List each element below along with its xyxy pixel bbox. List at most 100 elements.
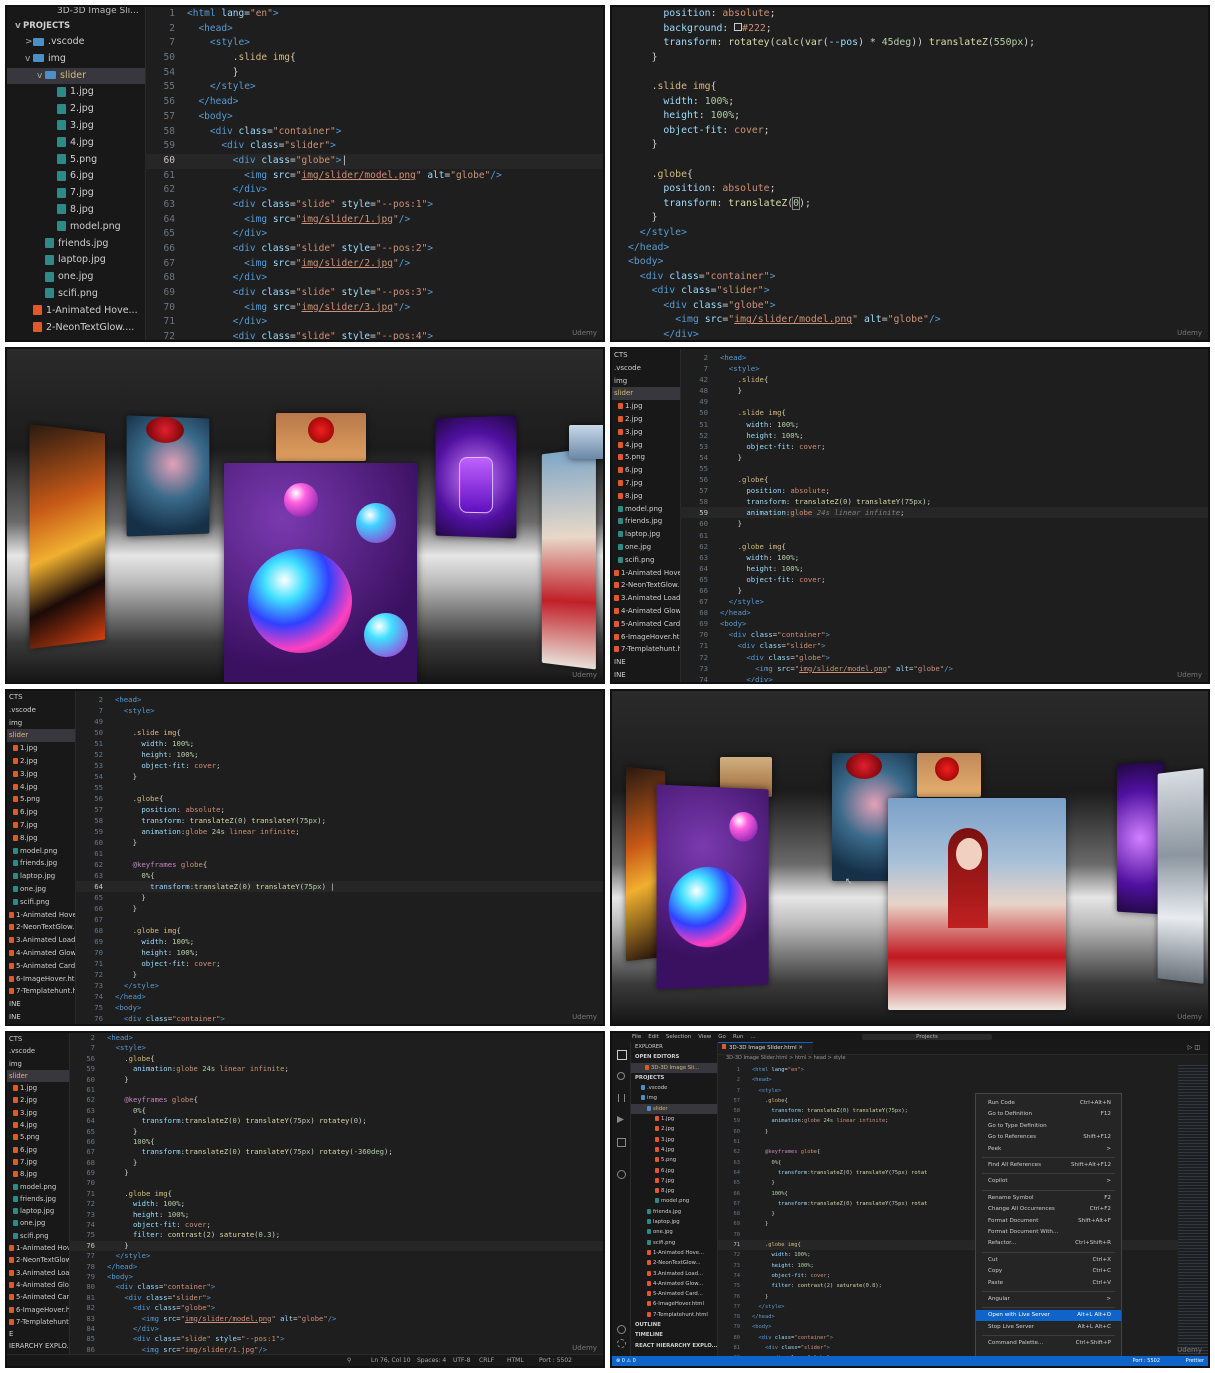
code-line[interactable]: 65 object-fit: cover; [680,574,1208,585]
search-icon[interactable]: ⚲ [347,1357,351,1364]
code-line[interactable]: 72 <div class="globe"> [680,652,1208,663]
tree-item[interactable]: 3.jpg [631,1135,717,1145]
language-mode[interactable]: HTML [507,1357,524,1364]
tree-item[interactable]: friends.jpg [7,1193,69,1205]
tree-item[interactable]: 4.jpg [631,1145,717,1155]
account-icon[interactable] [617,1325,626,1334]
code-line[interactable]: 66 <div class="slide" style="--pos:2"> [145,242,603,257]
code-line[interactable]: 57 <body> [145,110,603,125]
context-menu-item[interactable]: Find All References Shift+Alt+F12 [976,1160,1121,1171]
code-line[interactable]: 70 <img src="img/slider/3.jpg"/> [145,301,603,316]
tree-item[interactable]: 5.png [7,152,145,169]
tree-item[interactable]: one.jpg [631,1227,717,1237]
tree-item[interactable]: INE [7,1011,75,1024]
tree-item[interactable]: friends.jpg [7,236,145,253]
code-line[interactable]: 2 <head> [680,352,1208,363]
code-line[interactable]: 67 [75,914,603,925]
code-line[interactable]: 72 width: 100%; [69,1199,603,1209]
code-line[interactable]: object-fit: cover; [612,124,1208,139]
indent-setting[interactable]: Spaces: 4 [417,1357,446,1364]
code-editor[interactable]: 1 <html lang="en"> 2 <head> 7 <style> 50 .sl… [145,7,603,340]
code-line[interactable]: 62 .globe img{ [680,541,1208,552]
cursor-position[interactable]: Ln 76, Col 10 [371,1357,411,1364]
code-line[interactable]: 55 [680,463,1208,474]
gear-icon[interactable] [617,1339,626,1348]
tree-item[interactable]: CTS [612,349,680,362]
code-line[interactable]: 56 .globe{ [69,1054,603,1064]
code-line[interactable]: 42 .slide{ [680,374,1208,385]
tree-item[interactable]: 3.jpg [7,1107,69,1119]
menu-item[interactable]: View [698,1034,711,1040]
code-line[interactable]: 56 .globe{ [75,793,603,804]
code-line[interactable]: 58 transform: translateZ(0) translateY(7… [680,496,1208,507]
tree-item[interactable]: .vscode [631,1083,717,1093]
tree-item[interactable]: v slider [7,68,145,85]
source-control-icon[interactable] [618,1094,625,1102]
tree-item[interactable]: laptop.jpg [7,870,75,883]
code-line[interactable]: } [612,51,1208,66]
tree-item[interactable]: CTS [7,691,75,704]
code-line[interactable]: 71 <div class="slider"> [680,640,1208,651]
code-line[interactable]: 60 } [69,1075,603,1085]
code-line[interactable]: 76 <div class="container"> [75,1013,603,1024]
tree-item[interactable]: slider [7,729,75,742]
code-line[interactable]: 50 .slide img{ [680,407,1208,418]
code-line[interactable]: 75 <body> [75,1002,603,1013]
tree-item[interactable]: 7-Templatehunt.html [7,1316,69,1328]
code-line[interactable]: .slide img{ [612,80,1208,95]
code-line[interactable]: </div> [612,328,1208,342]
code-line[interactable]: 68 } [69,1158,603,1168]
code-line[interactable]: 68 </head> [680,607,1208,618]
code-line[interactable]: 63 0%{ [75,870,603,881]
tree-item[interactable]: 3.jpg [7,768,75,781]
code-line[interactable]: 54 } [75,771,603,782]
code-editor[interactable]: 2 <head> 7 <style> 56 .globe{59 animation:g… [69,1033,603,1355]
code-line[interactable]: 7 <style> [145,36,603,51]
code-line[interactable]: <body> [612,255,1208,270]
code-line[interactable]: 64 transform:translateZ(0) translateY(75… [69,1116,603,1126]
code-line[interactable]: 59 animation:globe 24s linear infinite; [680,507,1208,518]
tree-item[interactable]: 8.jpg [7,832,75,845]
code-line[interactable]: 7 <style> [75,705,603,716]
timeline-section[interactable]: TIMELINE [631,1330,717,1340]
code-line[interactable]: 72 <div class="slide" style="--pos:4"> [145,330,603,342]
menu-item[interactable]: File [632,1034,641,1040]
code-line[interactable]: 1 <html lang="en"> [718,1065,1178,1075]
tree-item[interactable]: 6-ImageHover.html [631,1299,717,1309]
tree-item[interactable]: 8.jpg [7,202,145,219]
tree-item[interactable]: laptop.jpg [7,252,145,269]
code-line[interactable]: } [612,138,1208,153]
code-line[interactable]: 58 <div class="container"> [145,125,603,140]
code-line[interactable]: .globe{ [612,168,1208,183]
context-menu-item[interactable]: Copy Ctrl+C [976,1266,1121,1277]
context-menu-item[interactable]: Format Document Shift+Alt+F [976,1216,1121,1227]
code-line[interactable]: background: #222; [612,22,1208,37]
tree-item[interactable]: scifi.png [612,554,680,567]
code-line[interactable]: 74 object-fit: cover; [69,1220,603,1230]
tree-item[interactable]: model.png [7,219,145,236]
code-line[interactable]: height: 100%; [612,109,1208,124]
tree-item[interactable]: 1-Animated Hove... [631,1248,717,1258]
projects-section[interactable]: PROJECTS [631,1073,717,1083]
tree-item[interactable]: 4-Animated Glow.... [7,1279,69,1291]
code-line[interactable]: 63 <div class="slide" style="--pos:1"> [145,198,603,213]
context-menu-item[interactable]: Peek > [976,1144,1121,1155]
tree-item[interactable]: 2.jpg [7,101,145,118]
code-line[interactable]: 61 <img src="img/slider/model.png" alt="… [145,169,603,184]
menu-item[interactable]: ... [750,1034,755,1040]
code-line[interactable]: 57 position: absolute; [680,485,1208,496]
tree-item[interactable]: model.png [7,845,75,858]
tree-item[interactable]: 5-Animated Card.... [7,1291,69,1303]
code-line[interactable]: <div class="globe"> [612,299,1208,314]
context-menu-item[interactable]: Go to Type Definition [976,1121,1121,1132]
tree-item[interactable]: 1.jpg [7,84,145,101]
live-server-icon[interactable] [617,1170,626,1179]
code-line[interactable]: 84 </div> [69,1324,603,1334]
live-server-port[interactable]: Port : 5502 [1133,1358,1161,1364]
tree-item[interactable]: laptop.jpg [7,1205,69,1217]
code-line[interactable]: 71 .globe img{ [69,1189,603,1199]
tree-item[interactable]: one.jpg [7,269,145,286]
code-line[interactable]: 80 <div class="container"> [69,1282,603,1292]
code-line[interactable]: position: absolute; [612,7,1208,22]
tree-item[interactable]: 2.jpg [7,755,75,768]
